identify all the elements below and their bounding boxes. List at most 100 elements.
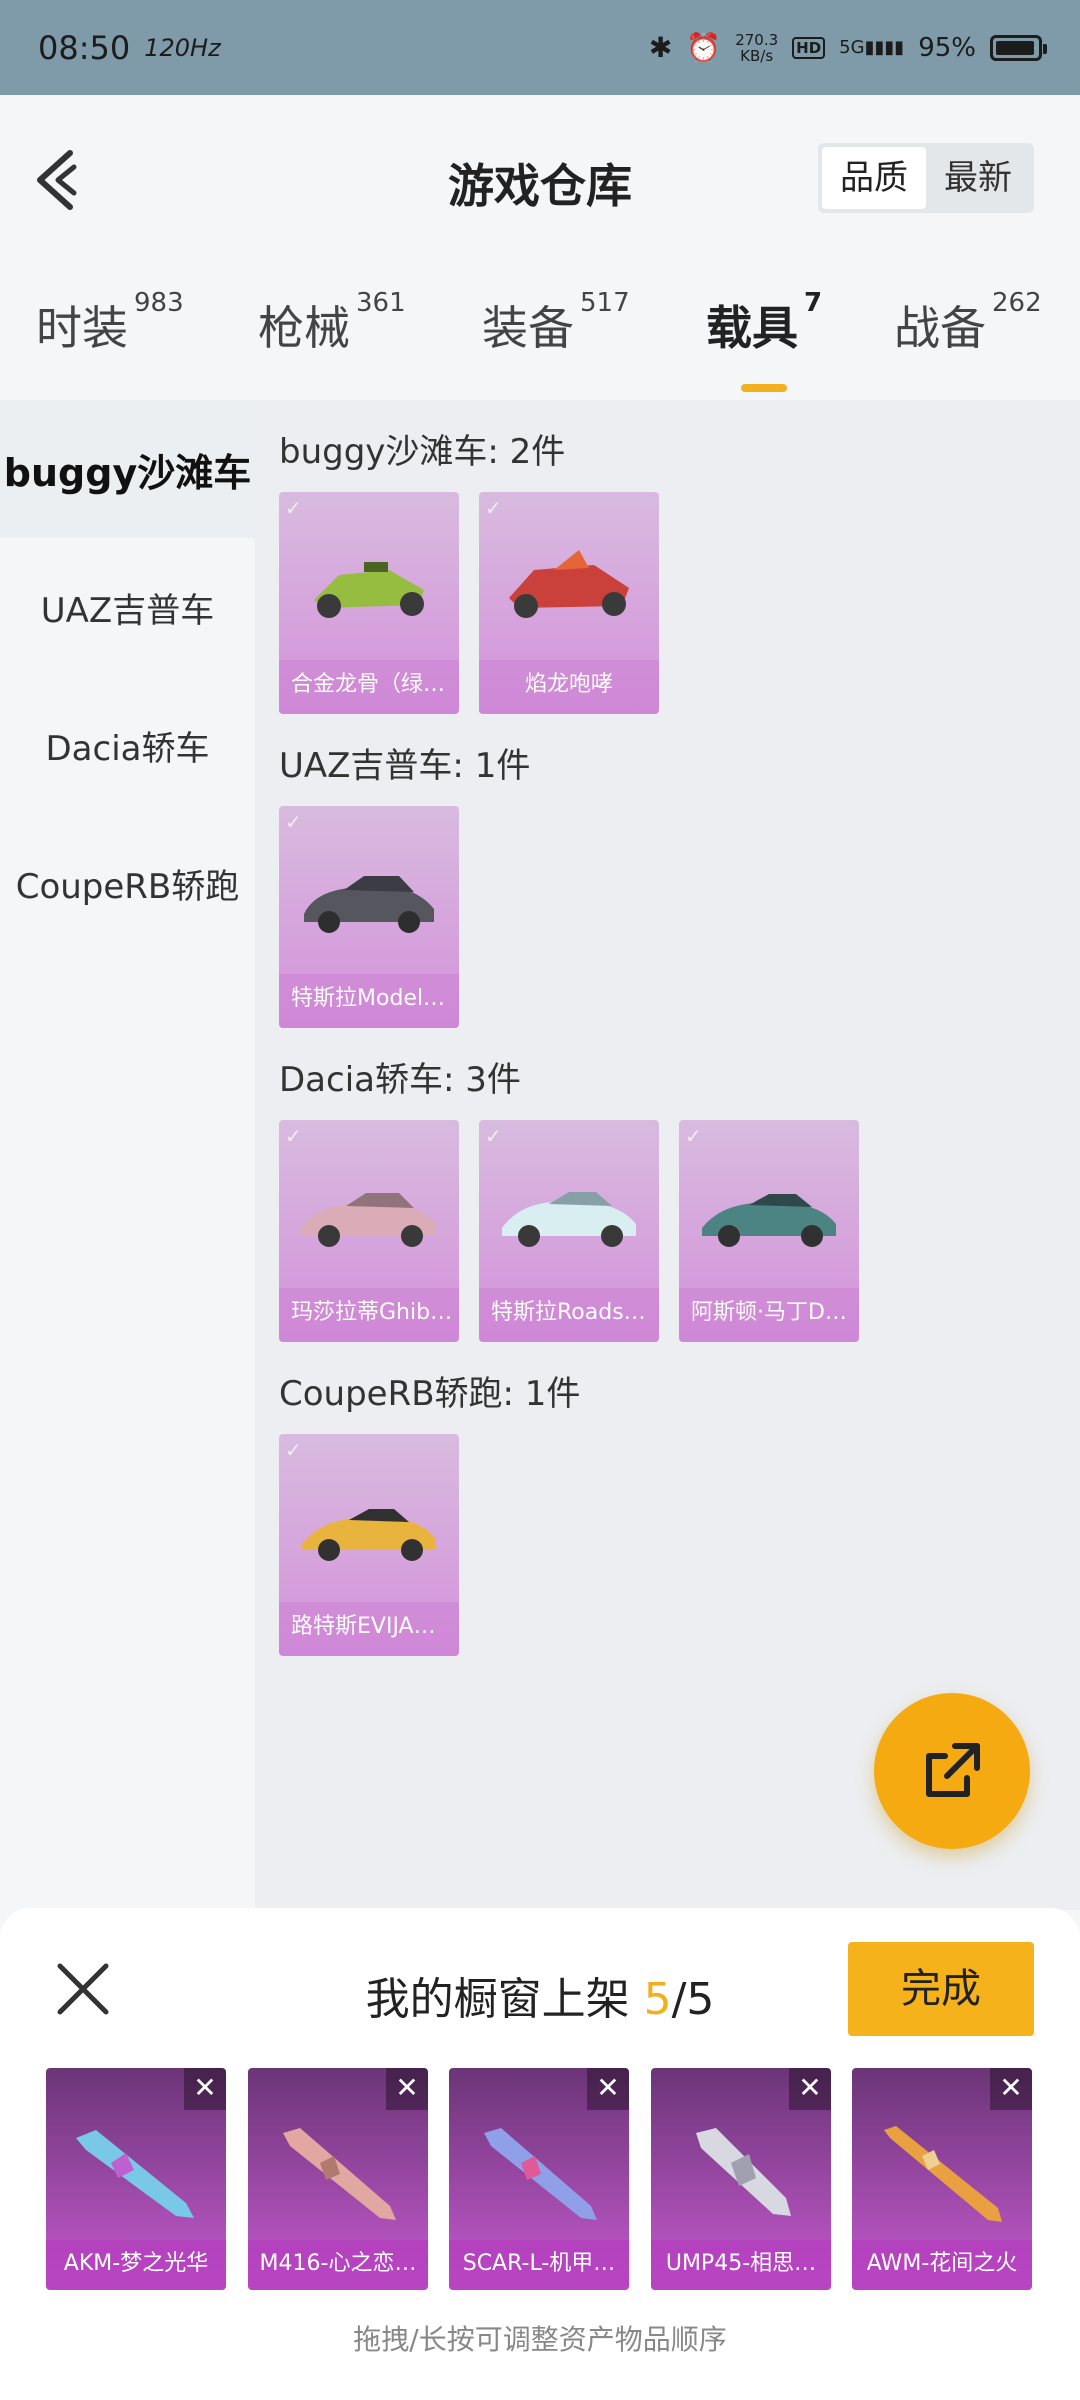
vehicle-card[interactable]: ✓ 焰龙咆哮 — [479, 492, 659, 714]
showcase-item[interactable]: ✕ AWM-花间之火 — [852, 2068, 1032, 2290]
remove-item-icon[interactable]: ✕ — [990, 2068, 1032, 2110]
showcase-item[interactable]: ✕ AKM-梦之光华 — [46, 2068, 226, 2290]
vehicle-name: 特斯拉Model… — [279, 974, 459, 1028]
reorder-hint: 拖拽/长按可调整资产物品顺序 — [353, 2323, 727, 2356]
buggy-image — [509, 550, 629, 618]
vehicle-card[interactable]: ✓ 阿斯顿·马丁D… — [679, 1120, 859, 1342]
sort-toggle: 品质 最新 — [818, 143, 1034, 213]
tab-label: 战备 — [894, 301, 986, 355]
rifle-image — [76, 2130, 194, 2218]
vehicle-name: 路特斯EVIJA… — [279, 1602, 459, 1656]
remove-item-icon[interactable]: ✕ — [184, 2068, 226, 2110]
car-image — [302, 1509, 436, 1561]
close-icon[interactable] — [52, 1958, 114, 2020]
vehicle-list: buggy沙滩车: 2件 ✓ 合金龙骨（绿… ✓ 焰龙咆哮 UAZ吉普车: 1件… — [255, 400, 1080, 1910]
weapon-name: M416-心之恋… — [248, 2240, 428, 2290]
tab-count: 983 — [134, 288, 184, 318]
tab-guns[interactable]: 枪械 361 — [258, 288, 406, 358]
tab-count: 7 — [804, 288, 823, 318]
tab-label: 时装 — [36, 301, 128, 355]
vehicle-name: 阿斯顿·马丁D… — [679, 1288, 859, 1342]
active-tab-indicator — [741, 384, 787, 392]
vehicle-card[interactable]: ✓ 路特斯EVIJA… — [279, 1434, 459, 1656]
sidebar-item-dacia[interactable]: Dacia轿车 — [0, 676, 255, 814]
back-arrow-icon[interactable] — [30, 145, 90, 215]
sniper-image — [884, 2126, 1002, 2222]
showcase-item[interactable]: ✕ UMP45-相思… — [651, 2068, 831, 2290]
remove-item-icon[interactable]: ✕ — [789, 2068, 831, 2110]
check-icon: ✓ — [285, 1124, 302, 1148]
tab-combat-gear[interactable]: 战备 262 — [894, 288, 1042, 358]
showcase-item[interactable]: ✕ M416-心之恋… — [248, 2068, 428, 2290]
clock: 08:50 — [38, 28, 131, 67]
vehicle-name: 焰龙咆哮 — [479, 660, 659, 714]
vehicle-card[interactable]: ✓ 特斯拉Model… — [279, 806, 459, 1028]
tab-count: 262 — [992, 288, 1042, 318]
battery-percent: 95% — [918, 32, 976, 63]
buggy-image — [314, 562, 424, 618]
vehicle-name: 玛莎拉蒂Ghib… — [279, 1288, 459, 1342]
check-icon: ✓ — [485, 1124, 502, 1148]
done-button[interactable]: 完成 — [848, 1942, 1034, 2036]
vehicle-card[interactable]: ✓ 特斯拉Roads… — [479, 1120, 659, 1342]
remove-item-icon[interactable]: ✕ — [386, 2068, 428, 2110]
check-icon: ✓ — [285, 1438, 302, 1462]
vehicle-name: 合金龙骨（绿… — [279, 660, 459, 714]
sort-quality-button[interactable]: 品质 — [822, 147, 926, 209]
tab-fashion[interactable]: 时装 983 — [36, 288, 184, 358]
network-speed: 270.3 KB/s — [735, 32, 778, 64]
alarm-icon: ⏰ — [686, 31, 722, 64]
bluetooth-icon: ✱ — [648, 31, 673, 64]
car-image — [302, 1193, 436, 1247]
section-title-buggy: buggy沙滩车: 2件 — [279, 432, 566, 472]
sidebar-item-buggy[interactable]: buggy沙滩车 — [0, 400, 255, 538]
battery-icon — [990, 34, 1047, 61]
sidebar-item-couperb[interactable]: CoupeRB轿跑 — [0, 814, 255, 952]
car-image — [304, 876, 434, 933]
check-icon: ✓ — [285, 496, 302, 520]
check-icon: ✓ — [285, 810, 302, 834]
tab-count: 517 — [580, 288, 630, 318]
vehicle-name: 特斯拉Roads… — [479, 1288, 659, 1342]
vehicle-type-sidebar: buggy沙滩车 UAZ吉普车 Dacia轿车 CoupeRB轿跑 — [0, 400, 255, 1910]
status-bar: 08:50 120Hz ✱ ⏰ 270.3 KB/s HD 5G▮▮▮▮ 95% — [0, 0, 1080, 95]
showcase-item[interactable]: ✕ SCAR-L-机甲… — [449, 2068, 629, 2290]
share-icon — [926, 1743, 980, 1797]
car-image — [702, 1194, 836, 1247]
tab-label: 枪械 — [258, 301, 350, 355]
remove-item-icon[interactable]: ✕ — [587, 2068, 629, 2110]
car-image — [502, 1192, 636, 1247]
weapon-name: SCAR-L-机甲… — [449, 2240, 629, 2290]
tab-vehicles[interactable]: 载具 7 — [706, 288, 822, 392]
refresh-rate: 120Hz — [144, 33, 221, 62]
rifle-image — [283, 2128, 396, 2220]
signal-icon: 5G▮▮▮▮ — [839, 37, 905, 58]
category-tabs: 时装 983 枪械 361 装备 517 载具 7 战备 262 — [0, 270, 1080, 400]
speed-value: 270.3 — [735, 30, 779, 49]
showcase-panel: 我的橱窗上架 5/5 完成 ✕ AKM-梦之光华 ✕ M416-心之恋… ✕ S… — [0, 1908, 1080, 2400]
vehicle-card[interactable]: ✓ 玛莎拉蒂Ghib… — [279, 1120, 459, 1342]
hd-icon: HD — [792, 36, 826, 59]
panel-title-text: 我的橱窗上架 — [365, 1974, 644, 2025]
tab-label: 载具 — [706, 301, 798, 355]
showcase-total: /5 — [671, 1974, 715, 2025]
header: 游戏仓库 品质 最新 — [0, 95, 1080, 270]
check-icon: ✓ — [685, 1124, 702, 1148]
rifle-image — [484, 2128, 597, 2220]
showcase-count: 5 — [643, 1974, 672, 2025]
sort-newest-button[interactable]: 最新 — [926, 147, 1030, 209]
vehicle-card[interactable]: ✓ 合金龙骨（绿… — [279, 492, 459, 714]
share-fab[interactable] — [874, 1693, 1030, 1849]
weapon-name: AWM-花间之火 — [852, 2240, 1032, 2290]
tab-label: 装备 — [482, 301, 574, 355]
weapon-name: AKM-梦之光华 — [46, 2240, 226, 2290]
section-title-couperb: CoupeRB轿跑: 1件 — [279, 1374, 581, 1414]
tab-equipment[interactable]: 装备 517 — [482, 288, 630, 358]
weapon-name: UMP45-相思… — [651, 2240, 831, 2290]
speed-unit: KB/s — [740, 46, 774, 65]
section-title-dacia: Dacia轿车: 3件 — [279, 1060, 521, 1100]
smg-image — [696, 2128, 791, 2216]
tab-count: 361 — [356, 288, 406, 318]
network-type: 5G — [839, 37, 865, 58]
sidebar-item-uaz[interactable]: UAZ吉普车 — [0, 538, 255, 676]
